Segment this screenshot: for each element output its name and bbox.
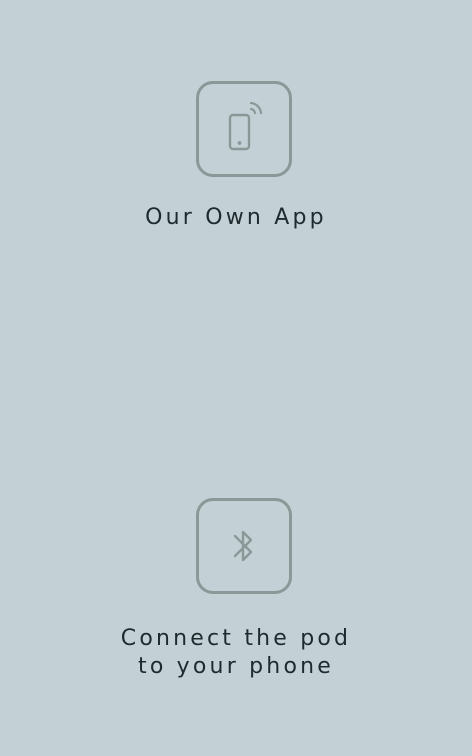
bluetooth-icon-box (196, 498, 292, 594)
bluetooth-icon (233, 530, 253, 562)
app-icon-box (196, 81, 292, 177)
smartphone-wifi-icon (228, 101, 263, 151)
connect-feature-label-line-1: Connect the pod (120, 626, 352, 651)
connect-feature-label-line-2: to your phone (138, 654, 334, 679)
app-feature-label: Our Own App (0, 204, 472, 232)
app-feature-label-line: Our Own App (145, 205, 327, 230)
connect-feature-label: Connect the pod to your phone (0, 625, 472, 681)
features-panel: Our Own App Connect the pod to your phon… (0, 0, 472, 756)
